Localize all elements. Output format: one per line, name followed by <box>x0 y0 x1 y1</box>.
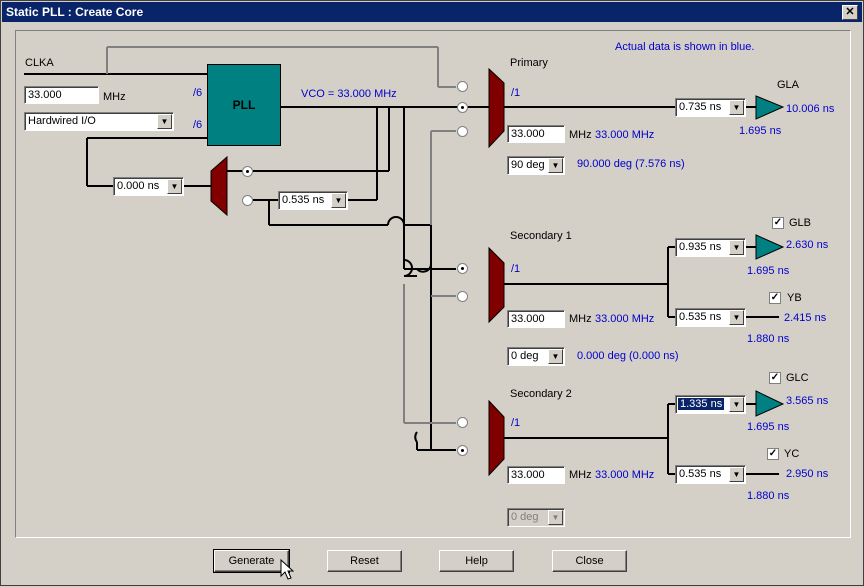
chevron-down-icon: ▼ <box>729 397 744 412</box>
chevron-down-icon: ▼ <box>548 158 563 173</box>
mouse-cursor-icon <box>280 559 294 580</box>
clock-label: CLKA <box>25 57 54 69</box>
primary-divider: /1 <box>511 87 521 99</box>
feedback-delay-select[interactable]: 0.000 ns ▼ <box>113 177 184 196</box>
glb-delay-select[interactable]: 0.935 ns ▼ <box>675 238 746 257</box>
primary-radio-2[interactable] <box>457 102 468 113</box>
secondary1-phase-value: 0 deg <box>511 350 539 362</box>
feedback-radio-internal[interactable] <box>242 166 253 177</box>
glc-actual-delay: 1.695 ns <box>747 421 790 433</box>
input-divider-2: /6 <box>193 119 203 131</box>
glc-delay-select[interactable]: 1.335 ns ▼ <box>675 395 746 414</box>
chevron-down-icon: ▼ <box>729 310 744 325</box>
gla-delay-select[interactable]: 0.735 ns ▼ <box>675 98 746 117</box>
legend-note: Actual data is shown in blue. <box>615 41 755 53</box>
secondary1-frequency-unit: MHz <box>569 313 592 325</box>
secondary1-radio-2[interactable] <box>457 291 468 302</box>
chevron-down-icon: ▼ <box>729 100 744 115</box>
dialog-window: Static PLL : Create Core ✕ Actual data i… <box>0 0 864 586</box>
yb-label: YB <box>787 292 802 304</box>
secondary2-frequency-field[interactable]: 33.000 <box>507 466 565 484</box>
secondary1-actual-frequency: 33.000 MHz <box>595 313 655 325</box>
glb-delay-value: 0.935 ns <box>679 241 722 253</box>
close-button[interactable]: Close <box>552 550 627 572</box>
yb-checkbox[interactable]: ✓ <box>769 292 781 304</box>
input-divider-1: /6 <box>193 87 203 99</box>
primary-radio-1[interactable] <box>457 81 468 92</box>
schematic-wires <box>24 46 785 477</box>
secondary2-actual-frequency: 33.000 MHz <box>595 469 655 481</box>
primary-frequency-field[interactable]: 33.000 <box>507 125 565 143</box>
primary-frequency-unit: MHz <box>569 129 592 141</box>
vco-frequency: VCO = 33.000 MHz <box>301 88 397 100</box>
feedback-delay-value: 0.000 ns <box>117 180 160 192</box>
feedback-radio-external[interactable] <box>242 195 253 206</box>
glc-delay-value: 1.335 ns <box>678 398 725 410</box>
chevron-down-icon: ▼ <box>157 114 172 129</box>
yb-delay-value: 0.535 ns <box>679 311 722 323</box>
secondary2-radio-2[interactable] <box>457 445 468 456</box>
chevron-down-icon: ▼ <box>331 193 346 208</box>
secondary1-frequency-field[interactable]: 33.000 <box>507 310 565 328</box>
glb-actual-output: 2.630 ns <box>786 239 829 251</box>
reset-button[interactable]: Reset <box>327 550 402 572</box>
primary-title: Primary <box>510 57 548 69</box>
secondary1-radio-1[interactable] <box>457 263 468 274</box>
yb-actual-output: 2.415 ns <box>784 312 827 324</box>
secondary2-frequency-unit: MHz <box>569 469 592 481</box>
chevron-down-icon: ▼ <box>167 179 182 194</box>
glb-label: GLB <box>789 217 812 229</box>
yc-actual-output: 2.950 ns <box>786 468 829 480</box>
secondary2-phase-value: 0 deg <box>511 511 539 523</box>
feedback-delay2-value: 0.535 ns <box>282 194 325 206</box>
chevron-down-icon: ▼ <box>729 467 744 482</box>
yb-delay-select[interactable]: 0.535 ns ▼ <box>675 308 746 327</box>
secondary1-divider: /1 <box>511 263 521 275</box>
secondary1-phase-select[interactable]: 0 deg ▼ <box>507 347 565 366</box>
gla-actual-delay: 1.695 ns <box>739 125 782 137</box>
yc-checkbox[interactable]: ✓ <box>767 448 779 460</box>
gla-actual-output: 10.006 ns <box>786 103 835 115</box>
yc-label: YC <box>784 448 800 460</box>
yc-actual-delay: 1.880 ns <box>747 490 790 502</box>
glc-label: GLC <box>786 372 809 384</box>
glc-actual-output: 3.565 ns <box>786 395 829 407</box>
chevron-down-icon: ▼ <box>548 510 563 525</box>
primary-actual-phase: 90.000 deg (7.576 ns) <box>577 158 685 170</box>
primary-phase-select[interactable]: 90 deg ▼ <box>507 156 565 175</box>
secondary2-title: Secondary 2 <box>510 388 572 400</box>
yb-actual-delay: 1.880 ns <box>747 333 790 345</box>
yc-delay-select[interactable]: 0.535 ns ▼ <box>675 465 746 484</box>
input-source-value: Hardwired I/O <box>28 115 96 127</box>
glb-actual-delay: 1.695 ns <box>747 265 790 277</box>
secondary1-actual-phase: 0.000 deg (0.000 ns) <box>577 350 679 362</box>
chevron-down-icon: ▼ <box>548 349 563 364</box>
feedback-mux <box>210 155 228 217</box>
glc-checkbox[interactable]: ✓ <box>769 372 781 384</box>
gla-label: GLA <box>777 79 800 91</box>
generate-button[interactable]: Generate <box>213 549 290 573</box>
feedback-delay2-select[interactable]: 0.535 ns ▼ <box>278 191 348 210</box>
help-button[interactable]: Help <box>439 550 514 572</box>
secondary1-title: Secondary 1 <box>510 230 572 242</box>
pll-block: PLL <box>207 64 281 146</box>
primary-actual-frequency: 33.000 MHz <box>595 129 655 141</box>
chevron-down-icon: ▼ <box>729 240 744 255</box>
yc-delay-value: 0.535 ns <box>679 468 722 480</box>
primary-phase-value: 90 deg <box>511 159 545 171</box>
input-source-select[interactable]: Hardwired I/O ▼ <box>24 112 174 131</box>
primary-radio-3[interactable] <box>457 126 468 137</box>
glb-checkbox[interactable]: ✓ <box>772 217 784 229</box>
input-frequency-field[interactable]: 33.000 <box>24 86 99 104</box>
secondary2-phase-select: 0 deg ▼ <box>507 508 565 527</box>
secondary2-divider: /1 <box>511 417 521 429</box>
input-frequency-unit: MHz <box>103 91 126 103</box>
secondary2-radio-1[interactable] <box>457 417 468 428</box>
gla-delay-value: 0.735 ns <box>679 101 722 113</box>
